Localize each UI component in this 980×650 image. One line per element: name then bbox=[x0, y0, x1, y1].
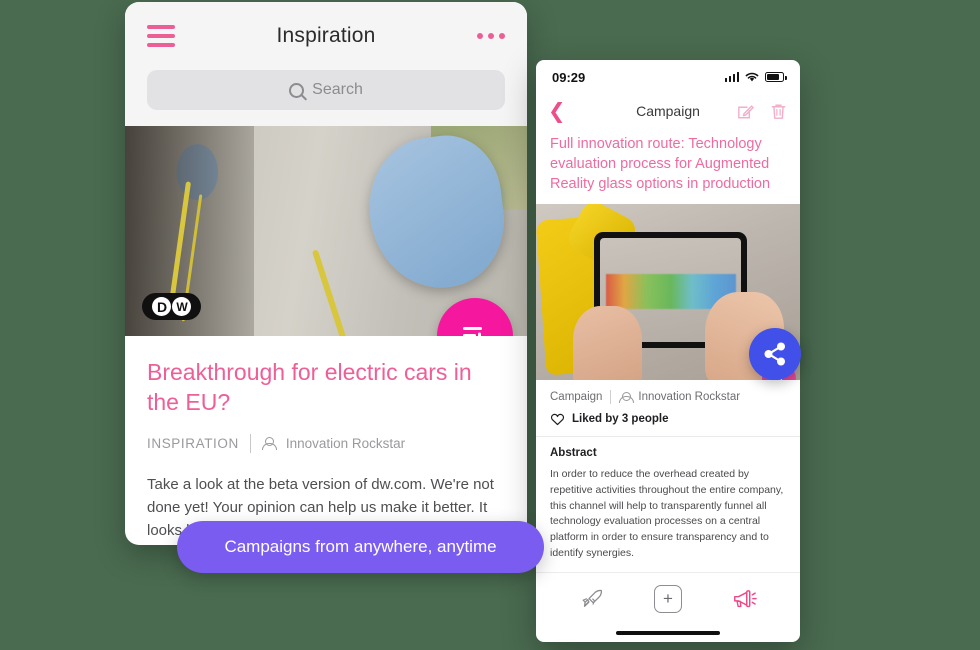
likes-row[interactable]: Liked by 3 people bbox=[536, 404, 800, 437]
share-button[interactable] bbox=[749, 328, 801, 380]
person-icon bbox=[619, 391, 635, 403]
dw-logo-d: D bbox=[152, 297, 171, 316]
left-phone-card: Inspiration Search DW Breakthrough for e… bbox=[125, 2, 527, 545]
meta-divider bbox=[610, 390, 612, 404]
abstract-body: In order to reduce the overhead created … bbox=[550, 468, 784, 559]
abstract-heading: Abstract bbox=[550, 447, 597, 459]
hamburger-menu-icon[interactable] bbox=[147, 25, 175, 47]
article-meta: INSPIRATION Innovation Rockstar bbox=[147, 433, 505, 453]
search-container: Search bbox=[125, 70, 527, 126]
dw-logo: DW bbox=[142, 293, 201, 320]
screenshot-stage: Inspiration Search DW Breakthrough for e… bbox=[0, 0, 980, 650]
megaphone-icon[interactable] bbox=[731, 587, 758, 611]
plus-icon: + bbox=[663, 588, 673, 608]
left-phone-header: Inspiration bbox=[125, 2, 527, 70]
dw-logo-w: W bbox=[172, 297, 191, 316]
campaign-meta: Campaign Innovation Rockstar bbox=[536, 380, 800, 404]
navbar-actions bbox=[736, 102, 788, 121]
hand-left bbox=[572, 306, 642, 380]
status-time: 09:29 bbox=[552, 69, 586, 85]
campaign-navbar: ❮ Campaign bbox=[536, 94, 800, 128]
cellular-signal-icon bbox=[724, 72, 739, 82]
page-title: Inspiration bbox=[276, 24, 376, 47]
add-to-list-icon bbox=[463, 327, 482, 336]
search-icon bbox=[289, 82, 305, 98]
article-body: Breakthrough for electric cars in the EU… bbox=[125, 336, 527, 543]
search-input[interactable]: Search bbox=[147, 70, 505, 110]
bottom-tab-bar: + bbox=[536, 572, 800, 624]
rocket-icon[interactable] bbox=[579, 586, 605, 612]
edit-pencil-icon[interactable] bbox=[736, 102, 755, 121]
article-author: Innovation Rockstar bbox=[285, 435, 406, 451]
battery-icon bbox=[765, 72, 787, 82]
campaign-title: Full innovation route: Technology evalua… bbox=[550, 136, 771, 192]
callout-pill: Campaigns from anywhere, anytime bbox=[177, 521, 544, 573]
likes-text: Liked by 3 people bbox=[572, 413, 669, 425]
meta-divider bbox=[249, 433, 251, 453]
home-indicator bbox=[536, 624, 800, 642]
callout-text: Campaigns from anywhere, anytime bbox=[224, 537, 497, 556]
more-options-icon[interactable] bbox=[477, 33, 505, 39]
person-icon bbox=[261, 436, 277, 450]
trash-icon[interactable] bbox=[769, 102, 788, 121]
campaign-category: Campaign bbox=[550, 391, 603, 403]
article-category: INSPIRATION bbox=[147, 435, 239, 451]
campaign-author: Innovation Rockstar bbox=[638, 391, 741, 403]
article-hero-image: DW bbox=[125, 126, 527, 336]
heart-icon bbox=[550, 413, 565, 426]
wifi-icon bbox=[745, 72, 759, 81]
share-icon bbox=[764, 342, 785, 366]
article-headline[interactable]: Breakthrough for electric cars in the EU… bbox=[147, 358, 505, 418]
status-bar: 09:29 bbox=[536, 60, 800, 94]
chevron-left-icon[interactable]: ❮ bbox=[548, 101, 566, 122]
status-indicators bbox=[724, 72, 787, 83]
add-button[interactable]: + bbox=[653, 584, 682, 613]
search-placeholder: Search bbox=[312, 81, 363, 98]
